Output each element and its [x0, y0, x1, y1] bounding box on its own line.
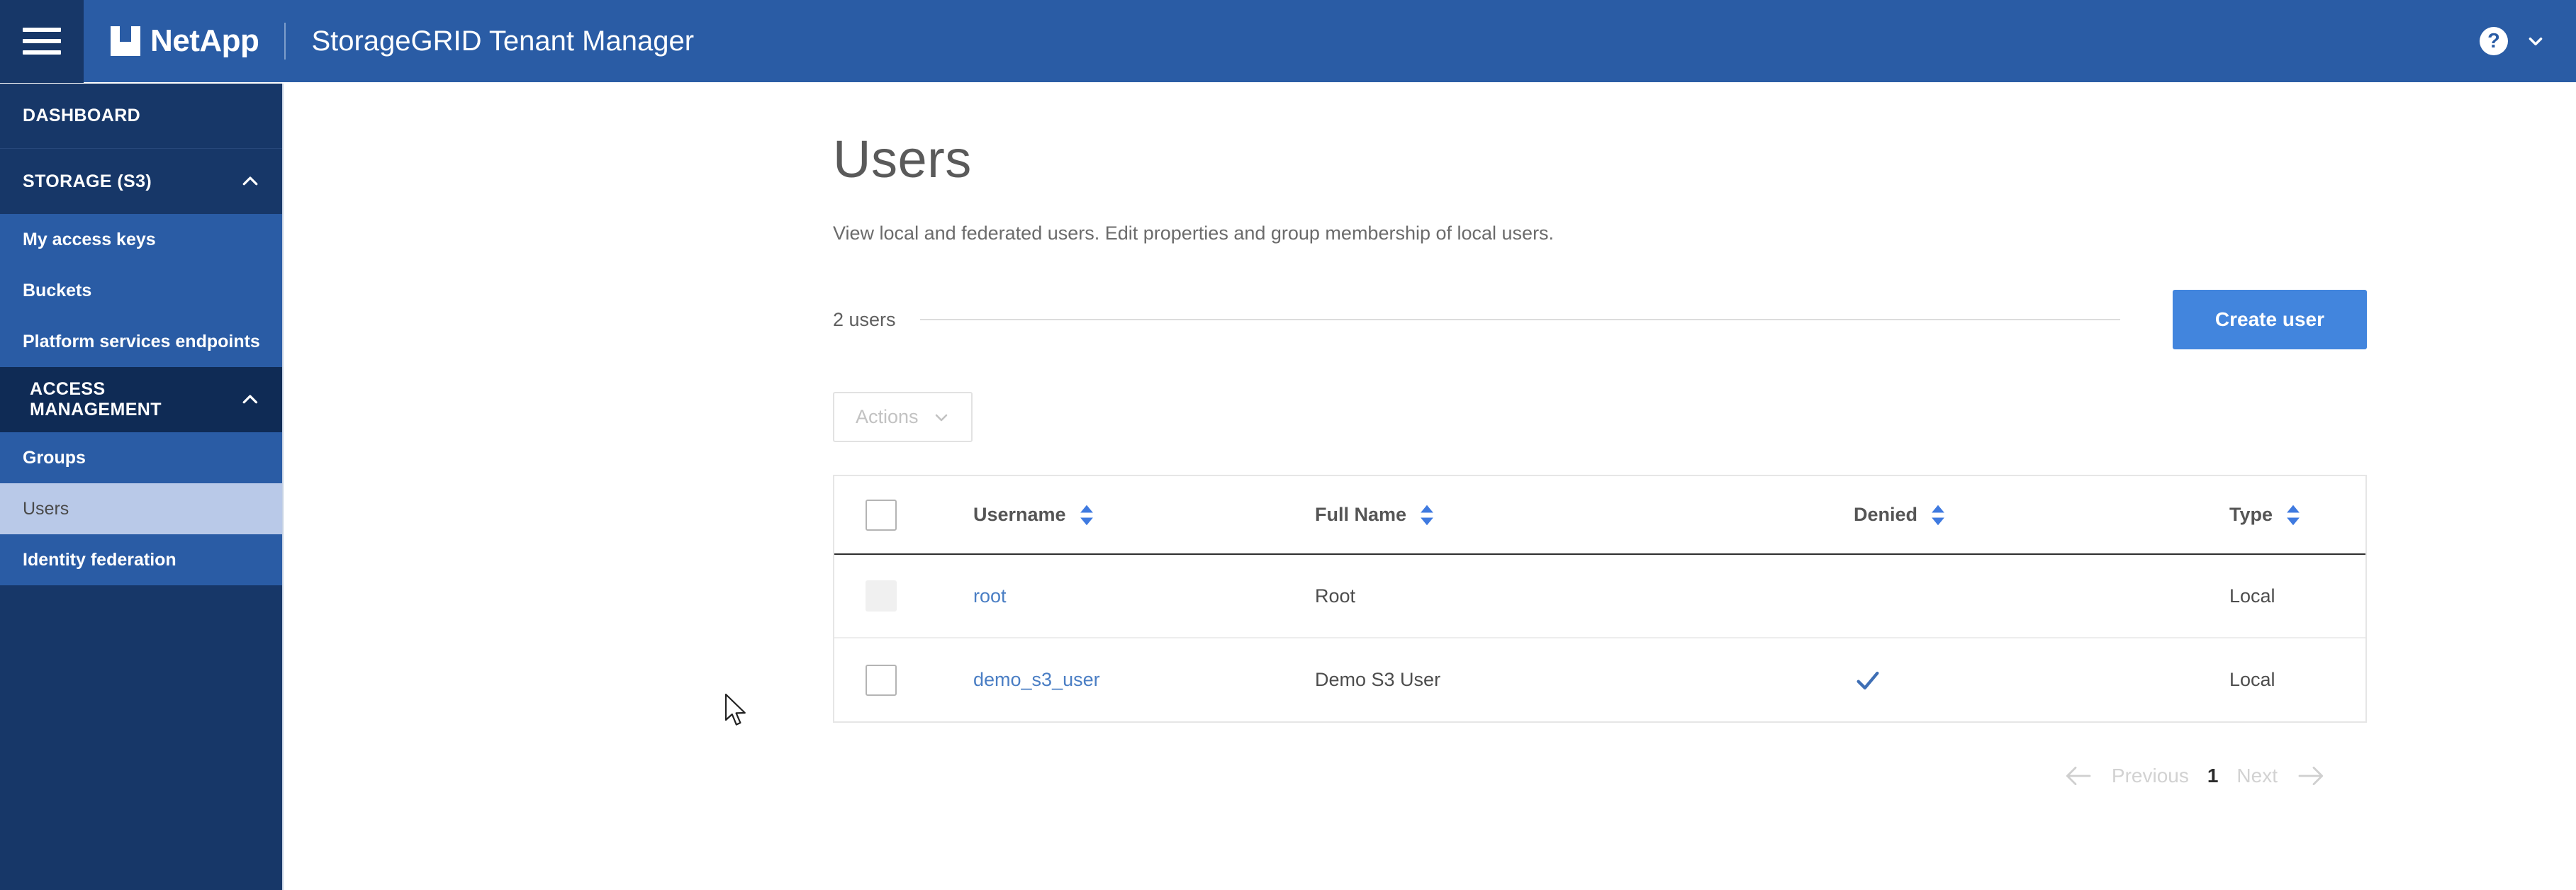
users-table: Username Full Name Denied Type root Root… — [834, 476, 2365, 722]
table-row: demo_s3_user Demo S3 User Local — [834, 638, 2365, 722]
app-root: NetApp StorageGRID Tenant Manager ? DASH… — [0, 0, 2576, 890]
sort-icon[interactable] — [1930, 504, 1946, 526]
main-inner: Users View local and federated users. Ed… — [284, 133, 2576, 788]
table-header-denied[interactable]: Denied — [1854, 476, 2229, 556]
arrow-left-icon[interactable] — [2065, 764, 2093, 788]
column-label: Type — [2229, 504, 2273, 526]
row-username-cell: demo_s3_user — [932, 638, 1315, 722]
sidebar-item-platform-services-endpoints[interactable]: Platform services endpoints — [0, 316, 282, 367]
sidebar-item-buckets[interactable]: Buckets — [0, 265, 282, 316]
page-title: Users — [833, 130, 972, 188]
table-header: Username Full Name Denied Type — [834, 476, 2365, 556]
previous-page-button[interactable]: Previous — [2112, 765, 2189, 787]
table-row: root Root Local — [834, 554, 2365, 639]
count-row: 2 users Create user — [833, 290, 2367, 350]
chevron-up-icon[interactable] — [240, 171, 261, 192]
sidebar-section-label: ACCESS MANAGEMENT — [30, 379, 162, 419]
table-header-username[interactable]: Username — [932, 476, 1315, 556]
hamburger-icon — [23, 28, 61, 55]
username-link[interactable]: demo_s3_user — [973, 669, 1100, 690]
count-divider-rule — [919, 319, 2120, 321]
check-icon — [1857, 671, 1879, 689]
main-content: Users View local and federated users. Ed… — [284, 84, 2576, 890]
column-label: Username — [973, 504, 1066, 526]
help-icon[interactable]: ? — [2480, 27, 2508, 55]
select-all-checkbox[interactable] — [866, 499, 897, 531]
row-username-cell: root — [932, 554, 1315, 639]
sidebar-filler — [0, 585, 282, 890]
type-text: Local — [2229, 669, 2275, 691]
row-type-cell: Local — [2229, 638, 2365, 722]
chevron-up-icon[interactable] — [240, 389, 261, 410]
row-denied-cell — [1854, 554, 2229, 639]
user-count-label: 2 users — [833, 308, 896, 330]
row-checkbox — [866, 580, 897, 612]
netapp-logo[interactable]: NetApp — [111, 26, 259, 57]
sidebar-item-users[interactable]: Users — [0, 483, 282, 534]
hamburger-menu-button[interactable] — [0, 0, 84, 83]
sidebar-item-label: Buckets — [23, 280, 92, 300]
actions-button-label: Actions — [856, 406, 919, 428]
sort-icon[interactable] — [1079, 504, 1094, 526]
chevron-down-icon — [935, 414, 947, 421]
page-description: View local and federated users. Edit pro… — [833, 222, 1555, 244]
sidebar-item-label: My access keys — [23, 229, 156, 249]
row-select-cell — [834, 638, 932, 722]
netapp-logo-mark-icon — [111, 26, 140, 56]
sidebar-item-dashboard[interactable]: DASHBOARD — [0, 84, 282, 149]
users-table-container: Username Full Name Denied Type root Root… — [833, 475, 2367, 723]
header-right-controls: ? — [2480, 27, 2576, 55]
type-text: Local — [2229, 585, 2275, 607]
table-header-fullname[interactable]: Full Name — [1315, 476, 1854, 556]
row-fullname-cell: Demo S3 User — [1315, 638, 1854, 722]
sidebar-item-identity-federation[interactable]: Identity federation — [0, 534, 282, 585]
row-fullname-cell: Root — [1315, 554, 1854, 639]
row-checkbox[interactable] — [866, 664, 897, 696]
app-title: StorageGRID Tenant Manager — [311, 26, 695, 57]
sidebar-item-groups[interactable]: Groups — [0, 432, 282, 483]
table-header-row: Username Full Name Denied Type — [834, 476, 2365, 556]
sort-icon[interactable] — [1419, 504, 1435, 526]
actions-dropdown-button[interactable]: Actions — [833, 392, 973, 443]
sidebar-item-label: Users — [23, 498, 69, 519]
sidebar-section-storage[interactable]: STORAGE (S3) — [0, 149, 282, 214]
sidebar-item-label: Platform services endpoints — [23, 331, 260, 351]
create-user-button[interactable]: Create user — [2172, 290, 2367, 350]
brand-divider — [284, 23, 286, 60]
table-header-type[interactable]: Type — [2229, 476, 2365, 556]
sidebar-item-label: DASHBOARD — [23, 106, 141, 125]
username-link[interactable]: root — [973, 585, 1007, 607]
arrow-right-icon[interactable] — [2296, 764, 2324, 788]
row-denied-cell — [1854, 638, 2229, 722]
table-header-select — [834, 476, 932, 556]
sidebar-item-label: Identity federation — [23, 549, 177, 570]
sort-icon[interactable] — [2285, 504, 2301, 526]
row-select-cell — [834, 554, 932, 639]
column-label: Full Name — [1315, 504, 1407, 526]
sidebar-section-access-management[interactable]: ACCESS MANAGEMENT — [0, 367, 282, 432]
chevron-down-icon[interactable] — [2526, 32, 2545, 50]
row-type-cell: Local — [2229, 554, 2365, 639]
next-page-button[interactable]: Next — [2236, 765, 2278, 787]
sidebar-item-label: Groups — [23, 447, 86, 468]
actions-row: Actions — [833, 392, 2367, 443]
body-row: DASHBOARD STORAGE (S3) My access keys Bu… — [0, 84, 2576, 890]
sidebar: DASHBOARD STORAGE (S3) My access keys Bu… — [0, 84, 284, 890]
sidebar-item-my-access-keys[interactable]: My access keys — [0, 214, 282, 265]
netapp-wordmark: NetApp — [150, 23, 259, 58]
fullname-text: Root — [1315, 585, 1356, 607]
pagination: Previous 1 Next — [833, 764, 2367, 788]
brand-block: NetApp StorageGRID Tenant Manager — [84, 23, 694, 60]
top-header: NetApp StorageGRID Tenant Manager ? — [0, 0, 2576, 84]
column-label: Denied — [1854, 504, 1918, 526]
sidebar-section-label: STORAGE (S3) — [23, 171, 152, 191]
fullname-text: Demo S3 User — [1315, 669, 1441, 691]
page-number-1[interactable]: 1 — [2207, 765, 2219, 787]
table-body: root Root Local demo_s3_user Demo S3 Use… — [834, 554, 2365, 722]
